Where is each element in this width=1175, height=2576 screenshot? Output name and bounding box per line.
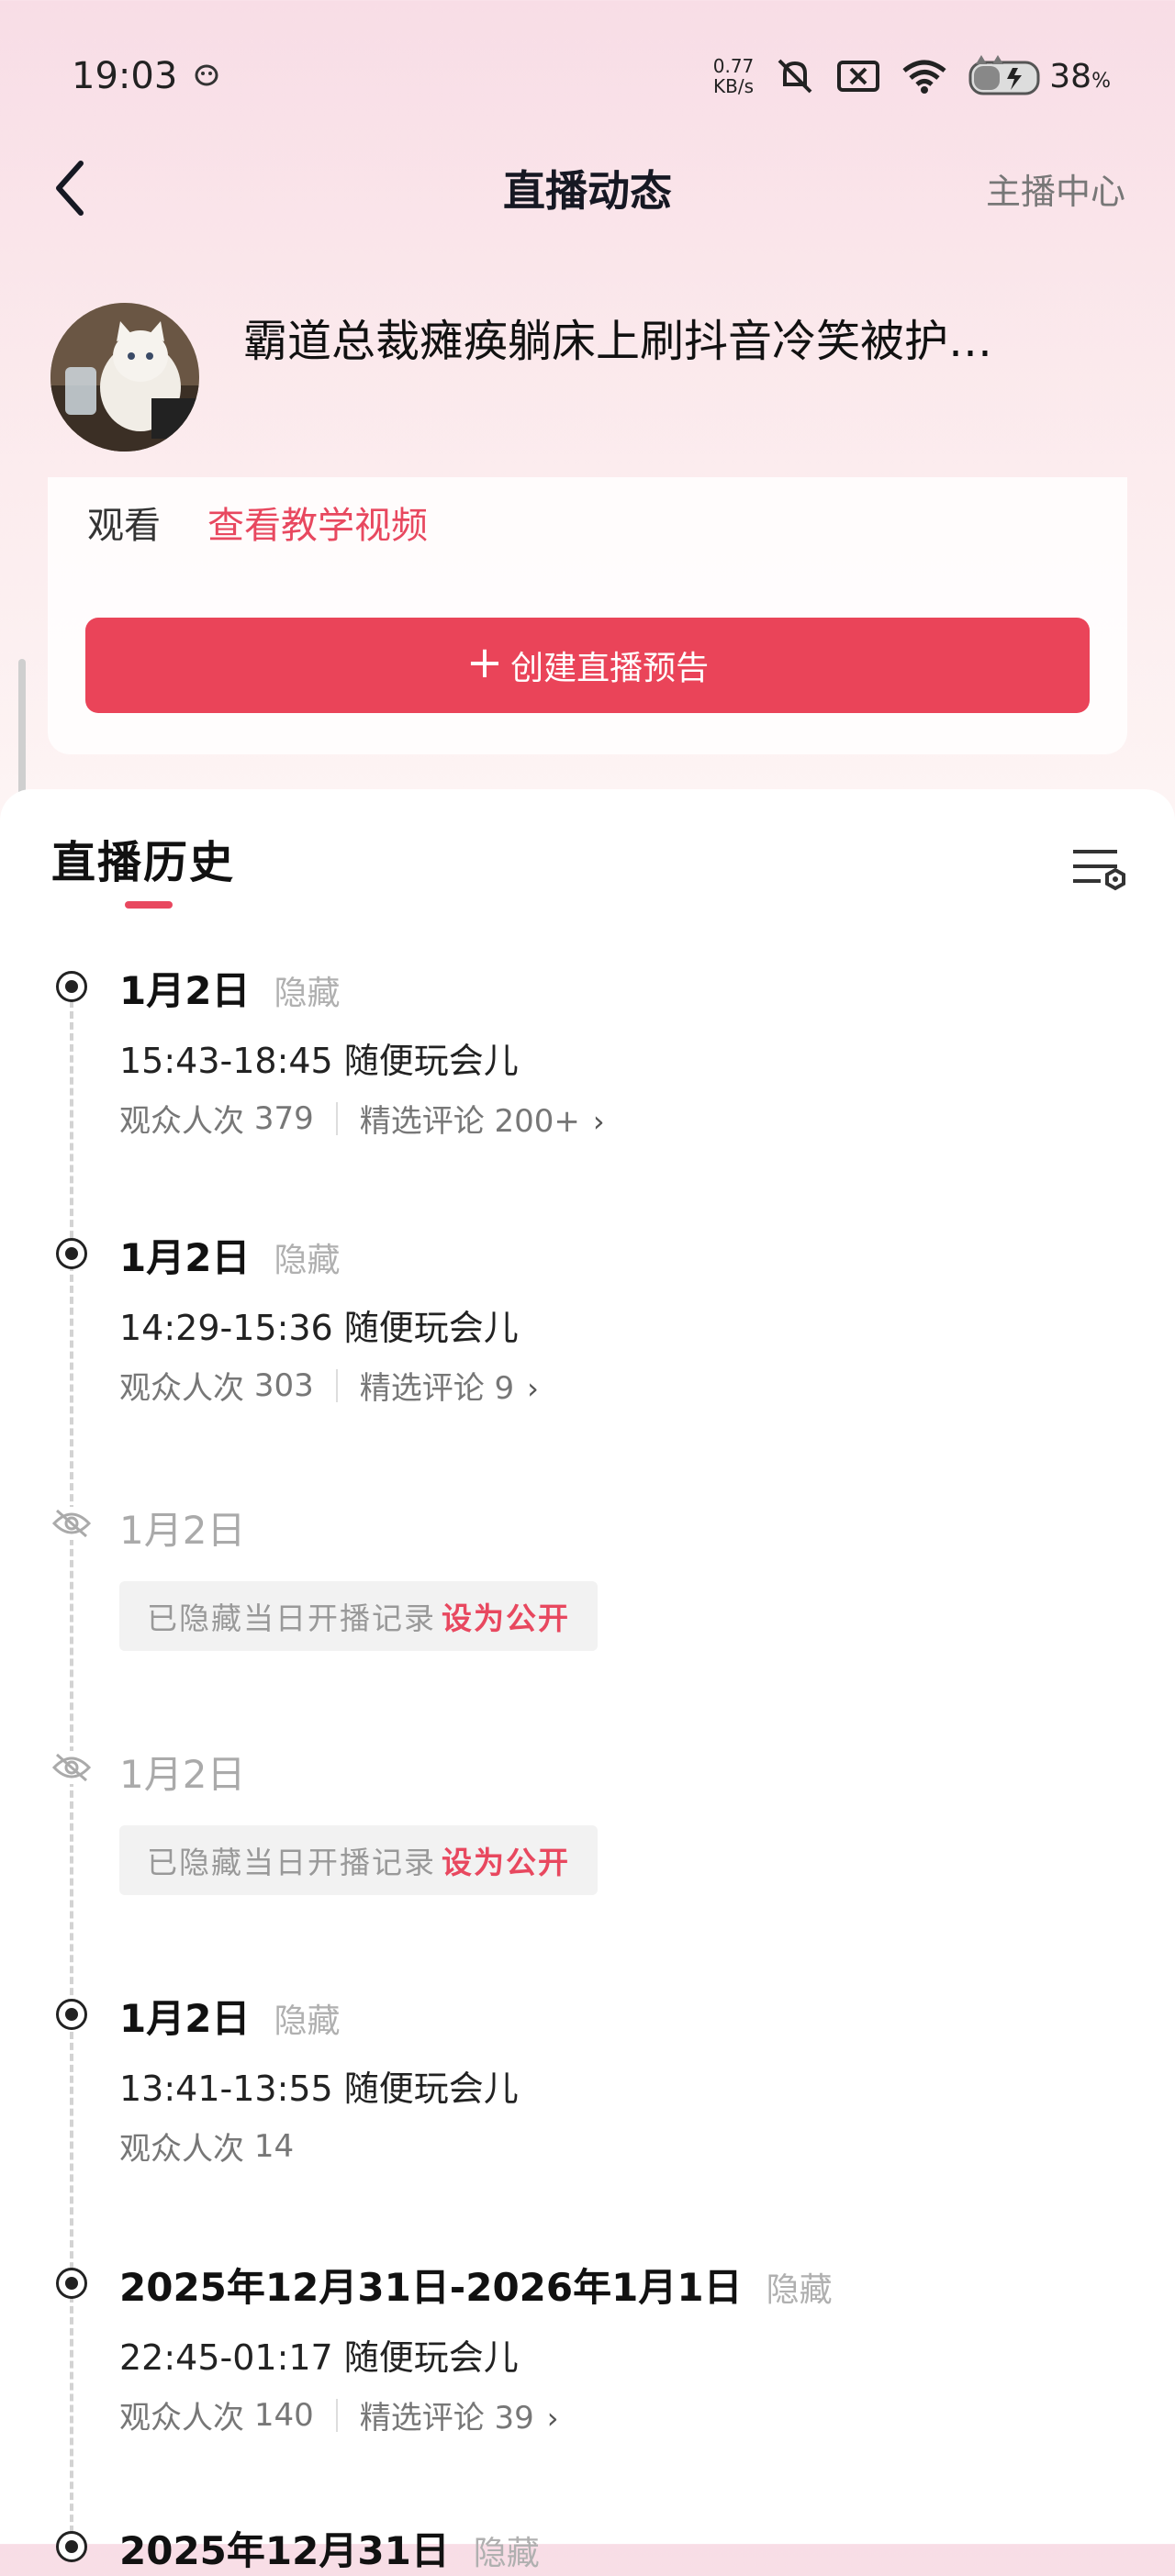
entry-date-row: 1月2日 隐藏: [119, 1988, 519, 2044]
viewers-count: 379: [253, 1099, 314, 1137]
hidden-tag[interactable]: 隐藏: [274, 975, 340, 1012]
set-public-button[interactable]: 设为公开: [442, 1838, 570, 1882]
entry-date-row: 2025年12月31日-2026年1月1日 隐藏: [119, 2257, 833, 2313]
avatar[interactable]: [50, 303, 199, 452]
notification-app-icon: [195, 64, 218, 86]
entry-date-row: 1月2日 隐藏: [119, 960, 605, 1016]
timeline-dot: [56, 971, 87, 1002]
hidden-history-entry: 1月2日 已隐藏当日开播记录 设为公开: [119, 1744, 598, 1895]
eye-off-icon: [51, 1507, 92, 1540]
history-entry[interactable]: 2025年12月31日 隐藏: [119, 2520, 540, 2576]
history-entry[interactable]: 2025年12月31日-2026年1月1日 隐藏 22:45-01:17 随便玩会…: [119, 2257, 833, 2437]
entry-time-title: 22:45-01:17 随便玩会儿: [119, 2337, 519, 2378]
create-live-preview-button[interactable]: + 创建直播预告: [85, 618, 1090, 713]
wifi-icon: [902, 60, 946, 94]
hidden-tag[interactable]: 隐藏: [274, 2002, 340, 2040]
mute-bell-icon: [778, 59, 812, 94]
comments-link[interactable]: 精选评论 9 ›: [360, 1363, 539, 1408]
battery-percent: 38: [1049, 57, 1092, 95]
viewers-label: 观众人次: [119, 1370, 244, 1407]
chevron-right-icon: ›: [546, 2401, 559, 2436]
entry-date: 1月2日: [119, 1235, 251, 1280]
divider: [335, 2398, 338, 2432]
comments-count: 39: [494, 2400, 534, 2437]
create-button-label: 创建直播预告: [510, 650, 710, 687]
entry-stats: 观众人次 14: [119, 2124, 519, 2169]
comments-label: 精选评论: [359, 2400, 485, 2437]
divider: [335, 1101, 338, 1135]
entry-time-title: 14:29-15:36 随便玩会儿: [119, 1308, 519, 1348]
entry-stats: 观众人次 303 精选评论 9 ›: [119, 1363, 539, 1408]
viewers-count: 303: [253, 1366, 314, 1404]
hidden-record-box: 已隐藏当日开播记录 设为公开: [119, 1825, 598, 1895]
entry-date-row: 2025年12月31日 隐藏: [119, 2520, 540, 2576]
no-sim-icon: [837, 61, 880, 92]
tab-underline: [125, 901, 173, 909]
entry-date: 1月2日: [119, 1996, 251, 2041]
entry-date: 2025年12月31日-2026年1月1日: [119, 2265, 743, 2310]
comments-label: 精选评论: [359, 1370, 485, 1407]
timeline-dot: [56, 2268, 87, 2299]
timeline-dot: [56, 2531, 87, 2562]
watch-text: 观看: [87, 505, 161, 547]
hidden-record-text: 已隐藏当日开播记录: [147, 1845, 436, 1880]
set-public-button[interactable]: 设为公开: [442, 1594, 570, 1638]
history-entry[interactable]: 1月2日 隐藏 14:29-15:36 随便玩会儿 观众人次 303 精选评论 9…: [119, 1227, 539, 1408]
timeline-dot: [56, 1999, 87, 2030]
divider: [335, 1368, 338, 1402]
viewers-count: 14: [253, 2127, 295, 2165]
comments-link[interactable]: 精选评论 200+ ›: [360, 1096, 605, 1141]
history-entry[interactable]: 1月2日 隐藏 13:41-13:55 随便玩会儿 观众人次 14: [119, 1988, 519, 2169]
history-entry[interactable]: 1月2日 隐藏 15:43-18:45 随便玩会儿 观众人次 379 精选评论 2…: [119, 960, 605, 1141]
hidden-tag[interactable]: 隐藏: [474, 2535, 540, 2572]
viewers-count: 140: [253, 2396, 314, 2434]
timeline-dot: [56, 1238, 87, 1269]
comments-link[interactable]: 精选评论 39 ›: [360, 2392, 559, 2437]
host-center-link[interactable]: 主播中心: [986, 163, 1125, 214]
status-bar: 19:03 0.77 KB/s 38%: [0, 0, 1175, 156]
status-time: 19:03: [72, 55, 178, 97]
cat-avatar-image: [50, 303, 199, 452]
plus-icon: +: [465, 637, 504, 688]
entry-date-row: 1月2日 隐藏: [119, 1227, 539, 1283]
comments-label: 精选评论: [359, 1103, 485, 1140]
battery-unit: %: [1091, 69, 1111, 93]
status-icons: 0.77 KB/s 38%: [713, 55, 1111, 97]
network-speed: 0.77 KB/s: [713, 56, 755, 96]
entry-date: 1月2日: [119, 1752, 246, 1797]
filter-settings-icon[interactable]: [1069, 842, 1128, 896]
hidden-tag[interactable]: 隐藏: [767, 2271, 833, 2309]
hidden-tag[interactable]: 隐藏: [274, 1242, 340, 1279]
viewers-label: 观众人次: [119, 2400, 244, 2437]
comments-count: 9: [494, 1370, 515, 1407]
entry-date: 1月2日: [119, 968, 251, 1013]
tutorial-video-link[interactable]: 查看教学视频: [207, 496, 428, 549]
viewers-label: 观众人次: [119, 1103, 244, 1140]
history-title: 直播历史: [51, 837, 236, 888]
entry-date: 2025年12月31日: [119, 2528, 450, 2573]
chevron-right-icon: ›: [527, 1371, 539, 1406]
hidden-record-box: 已隐藏当日开播记录 设为公开: [119, 1581, 598, 1651]
eye-off-icon: [51, 1751, 92, 1784]
speed-value: 0.77: [712, 55, 755, 77]
battery-level: 38%: [1049, 58, 1111, 95]
battery-cat-icon: [968, 55, 1040, 95]
viewers-label: 观众人次: [119, 2131, 244, 2168]
entry-time-title: 13:41-13:55 随便玩会儿: [119, 2069, 519, 2109]
entry-time-title: 15:43-18:45 随便玩会儿: [119, 1041, 519, 1081]
comments-count: 200+: [494, 1103, 580, 1140]
hidden-record-text: 已隐藏当日开播记录: [147, 1600, 436, 1636]
live-headline[interactable]: 霸道总裁瘫痪躺床上刷抖音冷笑被护…: [243, 305, 1106, 369]
speed-unit: KB/s: [713, 75, 755, 97]
entry-stats: 观众人次 379 精选评论 200+ ›: [119, 1096, 605, 1141]
entry-date: 1月2日: [119, 1508, 246, 1553]
entry-stats: 观众人次 140 精选评论 39 ›: [119, 2392, 833, 2437]
chevron-right-icon: ›: [592, 1104, 605, 1139]
hidden-history-entry: 1月2日 已隐藏当日开播记录 设为公开: [119, 1500, 598, 1651]
